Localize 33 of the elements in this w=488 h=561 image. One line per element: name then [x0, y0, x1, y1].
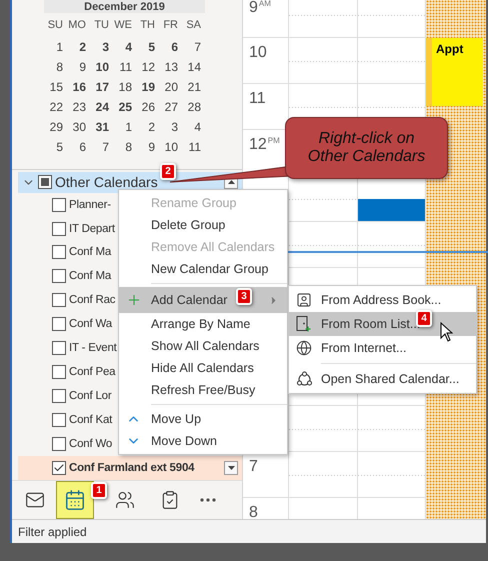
calendar-name: Planner-: [69, 198, 111, 211]
weekday-label: FR: [162, 19, 179, 31]
callout-tooltip: Right-click on Other Calendars: [285, 117, 448, 179]
meridiem-label: AM: [258, 0, 271, 8]
hour-label: 9: [249, 0, 258, 16]
step-badge: 1: [91, 482, 107, 499]
hour-label: 10: [249, 45, 267, 61]
weekday-label: SA: [185, 19, 202, 31]
calendar-name: Conf Ma: [69, 246, 112, 258]
hour-label: 11: [249, 91, 266, 107]
step-badge: 3: [236, 288, 252, 305]
meridiem-label: PM: [268, 137, 280, 145]
calendar-name: Conf Kat: [69, 414, 112, 426]
month-title: December 2019: [44, 0, 205, 13]
hour-label: 12: [249, 137, 267, 153]
weekday-label: MO: [67, 19, 87, 31]
weekday-label: SU: [46, 19, 64, 31]
calendar-name: Conf Rac: [69, 294, 116, 306]
step-badge: 2: [160, 163, 176, 180]
group-label: Other Calendars: [55, 174, 158, 190]
calendar-name: Conf Wa: [69, 318, 112, 330]
hour-label: 7: [249, 459, 258, 475]
hour-label: 8: [249, 505, 258, 520]
calendar-name: Conf Pea: [69, 366, 116, 378]
calendar-name: Conf Ma: [69, 270, 112, 282]
weekday-label: TH: [139, 19, 156, 31]
calendar-name: Conf Lor: [69, 390, 112, 402]
weekday-label: WE: [113, 19, 133, 31]
weekday-label: TU: [93, 19, 110, 31]
calendar-name: Conf Farmland ext 5904: [69, 462, 194, 474]
calendar-name: IT - Event: [69, 342, 117, 354]
calendar-name: IT Depart: [69, 222, 115, 235]
calendar-name: Conf Wo: [69, 438, 112, 450]
